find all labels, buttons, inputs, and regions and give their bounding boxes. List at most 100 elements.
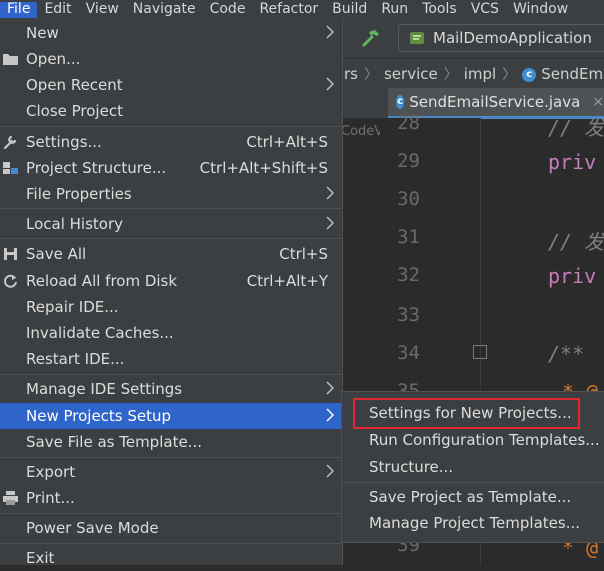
menu-item-save-file-as-template[interactable]: Save File as Template... xyxy=(0,429,342,455)
new-projects-setup-submenu: Settings for New Projects... Run Configu… xyxy=(341,391,604,543)
menu-item-invalidate-caches[interactable]: Invalidate Caches... xyxy=(0,320,342,346)
side-label: CodeV xyxy=(341,124,384,139)
menu-item-label: Print... xyxy=(26,489,75,507)
code-keyword: priv xyxy=(548,264,597,288)
chevron-right-icon xyxy=(326,381,334,395)
menu-separator xyxy=(0,374,342,375)
menu-item-label: Exit xyxy=(26,549,55,567)
breadcrumb-item[interactable]: rs xyxy=(340,65,362,83)
build-hammer-icon[interactable] xyxy=(360,27,382,49)
submenu-item-settings-for-new-projects[interactable]: Settings for New Projects... xyxy=(342,400,604,426)
folder-icon xyxy=(3,54,18,65)
menu-window[interactable]: Window xyxy=(506,2,575,18)
menu-refactor[interactable]: Refactor xyxy=(252,2,325,18)
close-icon[interactable]: × xyxy=(592,94,604,110)
line-number: 30 xyxy=(397,188,420,210)
file-menu: New Open... Open Recent Close Project Se… xyxy=(0,18,343,567)
menu-item-print[interactable]: Print... xyxy=(0,485,342,511)
chevron-right-icon xyxy=(326,216,334,230)
menu-item-project-structure[interactable]: Project Structure... Ctrl+Alt+Shift+S xyxy=(0,155,342,181)
code-javadoc: /** xyxy=(548,342,585,366)
menu-tools[interactable]: Tools xyxy=(415,2,464,18)
menu-item-label: Settings... xyxy=(26,133,102,151)
menu-item-close-project[interactable]: Close Project xyxy=(0,98,342,124)
submenu-item-save-project-as-template[interactable]: Save Project as Template... xyxy=(342,484,604,510)
menu-item-label: Power Save Mode xyxy=(26,519,159,537)
menu-item-repair-ide[interactable]: Repair IDE... xyxy=(0,294,342,320)
menu-item-local-history[interactable]: Local History xyxy=(0,211,342,237)
line-number: 31 xyxy=(397,226,420,248)
submenu-item-structure[interactable]: Structure... xyxy=(342,454,604,480)
menu-item-open[interactable]: Open... xyxy=(0,46,342,72)
menu-item-export[interactable]: Export xyxy=(0,459,342,485)
menu-separator xyxy=(342,482,604,483)
menu-separator xyxy=(0,513,342,514)
menu-separator xyxy=(0,543,342,544)
menu-run[interactable]: Run xyxy=(374,2,415,18)
code-comment: // 发 xyxy=(548,116,604,140)
breadcrumb-item[interactable]: impl xyxy=(460,65,500,83)
menu-item-file-properties[interactable]: File Properties xyxy=(0,181,342,207)
breadcrumb-item-class[interactable]: c SendEmailS xyxy=(518,65,604,83)
run-config-selector[interactable]: MailDemoApplication xyxy=(398,24,604,52)
menu-code[interactable]: Code xyxy=(203,2,253,18)
line-number: 33 xyxy=(397,304,420,326)
menu-view[interactable]: View xyxy=(79,2,126,18)
chevron-right-icon: 〉 xyxy=(502,67,517,83)
spring-app-icon xyxy=(410,32,424,44)
menu-item-label: New Projects Setup xyxy=(26,407,172,425)
line-number: 28 xyxy=(397,112,420,134)
line-number: 29 xyxy=(397,150,420,172)
menu-item-exit[interactable]: Exit xyxy=(0,545,342,571)
menu-item-manage-ide-settings[interactable]: Manage IDE Settings xyxy=(0,376,342,402)
menu-item-label: Open... xyxy=(26,50,81,68)
menu-navigate[interactable]: Navigate xyxy=(126,2,203,18)
chevron-right-icon: 〉 xyxy=(363,67,378,83)
printer-icon xyxy=(3,491,18,505)
menu-vcs[interactable]: VCS xyxy=(464,2,506,18)
submenu-item-run-configuration-templates[interactable]: Run Configuration Templates... xyxy=(342,427,604,453)
breadcrumb-item[interactable]: service xyxy=(380,65,442,83)
line-number: 32 xyxy=(397,264,420,286)
menu-item-reload-all[interactable]: Reload All from Disk Ctrl+Alt+Y xyxy=(0,268,342,294)
breadcrumb-item-label: SendEmailS xyxy=(541,65,604,83)
breadcrumb: rs 〉 service 〉 impl 〉 c SendEmailS xyxy=(340,58,604,89)
fold-marker-icon[interactable] xyxy=(473,345,487,359)
menu-separator xyxy=(0,208,342,209)
menu-item-open-recent[interactable]: Open Recent xyxy=(0,72,342,98)
line-number: 34 xyxy=(397,342,420,364)
run-config-label: MailDemoApplication xyxy=(433,29,592,47)
menu-item-new[interactable]: New xyxy=(0,20,342,46)
menu-separator xyxy=(0,126,342,127)
wrench-icon xyxy=(3,135,17,150)
menu-item-label: Local History xyxy=(26,215,124,233)
menu-item-power-save-mode[interactable]: Power Save Mode xyxy=(0,515,342,541)
tab-label: SendEmailService.java xyxy=(409,93,581,111)
class-icon: c xyxy=(396,95,405,109)
menu-item-settings[interactable]: Settings... Ctrl+Alt+S xyxy=(0,129,342,155)
submenu-item-label: Settings for New Projects... xyxy=(369,404,572,422)
menu-item-label: Export xyxy=(26,463,76,481)
reload-icon xyxy=(4,274,17,288)
menu-file[interactable]: File xyxy=(0,2,38,18)
menu-item-shortcut: Ctrl+S xyxy=(279,245,328,263)
menu-item-shortcut: Ctrl+Alt+S xyxy=(246,133,328,151)
menu-item-label: New xyxy=(26,24,59,42)
chevron-right-icon xyxy=(326,464,334,478)
chevron-right-icon xyxy=(326,25,334,39)
menu-item-shortcut: Ctrl+Alt+Shift+S xyxy=(199,159,328,177)
code-keyword: priv xyxy=(548,150,597,174)
menu-item-save-all[interactable]: Save All Ctrl+S xyxy=(0,241,342,267)
menu-item-label: Reload All from Disk xyxy=(26,272,178,290)
menu-item-restart-ide[interactable]: Restart IDE... xyxy=(0,346,342,372)
menu-item-label: File Properties xyxy=(26,185,132,203)
menu-item-label: Project Structure... xyxy=(26,159,167,177)
submenu-item-manage-project-templates[interactable]: Manage Project Templates... xyxy=(342,510,604,536)
menu-build[interactable]: Build xyxy=(325,2,374,18)
menu-item-new-projects-setup[interactable]: New Projects Setup xyxy=(0,403,342,429)
code-comment: // 发 xyxy=(548,230,604,254)
menu-item-label: Invalidate Caches... xyxy=(26,324,174,342)
menu-edit[interactable]: Edit xyxy=(37,2,78,18)
menu-item-label: Save All xyxy=(26,245,87,263)
menu-item-label: Save File as Template... xyxy=(26,433,202,451)
